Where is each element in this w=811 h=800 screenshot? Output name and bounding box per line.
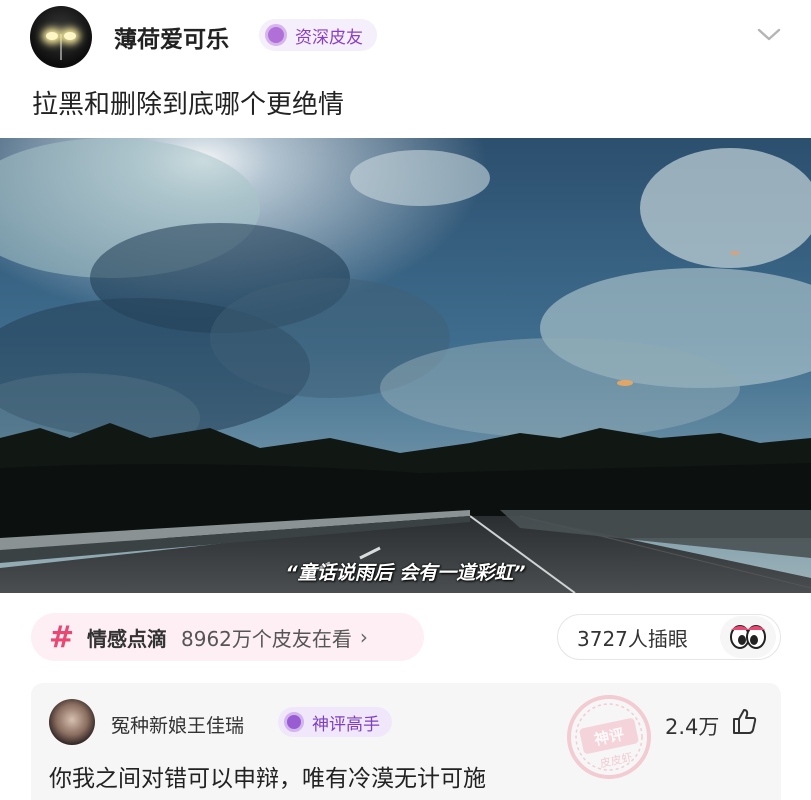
stamp-subtitle: 皮皮虾 <box>599 751 634 771</box>
photo-sky-road <box>0 138 811 593</box>
eyes-icon <box>720 616 776 658</box>
chevron-right-icon: › <box>359 625 368 649</box>
author-badge-label: 资深皮友 <box>295 27 363 48</box>
chevron-down-icon[interactable] <box>756 24 782 44</box>
author-name[interactable]: 薄荷爱可乐 <box>114 20 229 54</box>
poke-count: 3727人插眼 <box>577 626 688 651</box>
god-comment-badge-icon <box>284 712 304 732</box>
topic-pill[interactable]: # 情感点滴 8962万个皮友在看 › <box>31 613 424 661</box>
comment-like-count: 2.4万 <box>665 715 720 739</box>
thumbs-up-icon[interactable] <box>731 707 757 735</box>
hashtag-icon: # <box>49 619 75 655</box>
poke-button[interactable]: 3727人插眼 <box>557 614 781 660</box>
badge-icon <box>265 24 287 46</box>
avatar-lamp-left <box>46 32 58 40</box>
topic-name: 情感点滴 <box>87 626 167 651</box>
avatar-lamp-right <box>64 32 76 40</box>
commenter-badge[interactable]: 神评高手 <box>278 707 392 737</box>
commenter-name[interactable]: 冤种新娘王佳瑞 <box>111 711 244 738</box>
author-badge[interactable]: 资深皮友 <box>259 19 377 51</box>
god-comment-stamp: 神评 皮皮虾 <box>567 695 651 779</box>
author-avatar[interactable] <box>30 6 92 68</box>
avatar-lamp-pole <box>60 34 62 60</box>
post-title: 拉黑和删除到底哪个更绝情 <box>32 90 345 120</box>
commenter-badge-label: 神评高手 <box>312 714 380 735</box>
post-header: 薄荷爱可乐 资深皮友 <box>0 0 811 72</box>
hot-comment-card[interactable]: 冤种新娘王佳瑞 神评高手 神评 皮皮虾 2.4万 你我之间对错可以申辩，唯有冷漠… <box>31 683 781 800</box>
post-photo[interactable]: “童话说雨后 会有一道彩虹” <box>0 138 811 593</box>
topic-viewer-count: 8962万个皮友在看 <box>181 626 352 651</box>
comment-text: 你我之间对错可以申辩，唯有冷漠无计可施 <box>49 766 486 792</box>
commenter-avatar[interactable] <box>49 699 95 745</box>
